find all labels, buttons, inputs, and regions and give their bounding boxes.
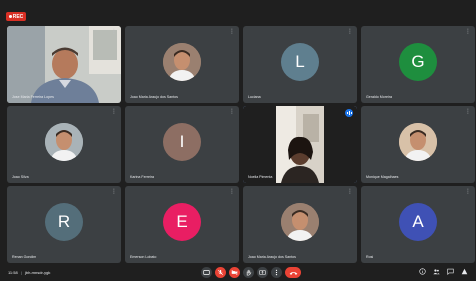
present-button[interactable] xyxy=(257,267,268,278)
avatar-photo xyxy=(399,122,437,161)
more-vertical-icon[interactable]: ⋮ xyxy=(229,109,235,115)
avatar xyxy=(163,42,201,81)
participant-name: Luciana xyxy=(248,95,261,99)
participant-tile[interactable]: Noelia Pimenta xyxy=(243,106,357,183)
avatar: R xyxy=(45,202,83,241)
participant-tile[interactable]: ⋮ Joao Maria Araujo dos Santos xyxy=(243,186,357,263)
participant-name: Joao Silva xyxy=(12,175,29,179)
people-icon xyxy=(433,269,440,275)
raise-hand-icon xyxy=(246,269,252,276)
microphone-button[interactable] xyxy=(215,267,226,278)
participant-name: Joao Maria Araujo dos Santos xyxy=(130,95,178,99)
speaking-indicator-icon xyxy=(345,109,353,117)
avatar xyxy=(399,122,437,161)
recording-badge: REC xyxy=(6,12,26,21)
participant-tile[interactable]: ⋮ Monique Magalhaes xyxy=(361,106,475,183)
meeting-info: 11:58 | jbh-mnsdr-ygk xyxy=(8,270,50,275)
participant-grid: ⋮ Jose Maria Ferreira Lopes ⋮ Joao Maria Ar… xyxy=(7,26,475,263)
call-controls xyxy=(201,267,301,278)
participant-name: Karina Ferreira xyxy=(130,175,154,179)
meeting-time: 11:58 xyxy=(8,270,18,275)
more-vertical-icon[interactable]: ⋮ xyxy=(347,29,353,35)
avatar-photo xyxy=(281,202,319,241)
recording-label: REC xyxy=(12,13,24,20)
meeting-separator: | xyxy=(20,270,22,275)
participant-tile[interactable]: I ⋮ Karina Ferreira xyxy=(125,106,239,183)
avatar: I xyxy=(163,122,201,161)
more-vertical-icon[interactable]: ⋮ xyxy=(465,109,471,115)
captions-button[interactable] xyxy=(201,267,212,278)
avatar: G xyxy=(399,42,437,81)
more-options-icon xyxy=(275,269,278,276)
avatar xyxy=(45,122,83,161)
more-vertical-icon[interactable]: ⋮ xyxy=(465,189,471,195)
people-button[interactable] xyxy=(433,268,440,275)
camera-button[interactable] xyxy=(229,267,240,278)
participant-tile[interactable]: ⋮ Joao Maria Araujo dos Santos xyxy=(125,26,239,103)
captions-icon xyxy=(203,270,210,275)
avatar: E xyxy=(163,202,201,241)
more-vertical-icon[interactable]: ⋮ xyxy=(111,109,117,115)
participant-tile[interactable]: L ⋮ Luciana xyxy=(243,26,357,103)
more-vertical-icon[interactable]: ⋮ xyxy=(229,189,235,195)
video-frame xyxy=(243,106,357,183)
participant-tile[interactable]: R ⋮ Renan Gondim xyxy=(7,186,121,263)
activities-icon xyxy=(461,268,468,275)
avatar: L xyxy=(281,42,319,81)
raise-hand-button[interactable] xyxy=(243,267,254,278)
info-icon xyxy=(419,268,426,275)
avatar-photo xyxy=(163,42,201,81)
participant-tile[interactable]: ⋮ Jose Maria Ferreira Lopes xyxy=(7,26,121,103)
chat-icon xyxy=(447,268,454,275)
record-dot-icon xyxy=(8,15,12,18)
participant-video xyxy=(7,26,121,103)
participant-name: Noelia Pimenta xyxy=(248,175,273,179)
avatar: A xyxy=(399,202,437,241)
participant-tile[interactable]: E ⋮ Emerson Lobato xyxy=(125,186,239,263)
video-frame xyxy=(7,26,121,103)
end-call-icon xyxy=(289,271,297,275)
more-vertical-icon[interactable]: ⋮ xyxy=(465,29,471,35)
participant-name: Jose Maria Ferreira Lopes xyxy=(12,95,54,99)
bottom-bar: 11:58 | jbh-mnsdr-ygk xyxy=(0,255,476,281)
participant-name: Geraldo Moreira xyxy=(366,95,392,99)
more-options-button[interactable] xyxy=(271,267,282,278)
more-vertical-icon[interactable]: ⋮ xyxy=(347,189,353,195)
info-button[interactable] xyxy=(419,268,426,275)
meeting-code[interactable]: jbh-mnsdr-ygk xyxy=(25,270,50,275)
participant-tile[interactable]: A ⋮ Rosi xyxy=(361,186,475,263)
more-vertical-icon[interactable]: ⋮ xyxy=(229,29,235,35)
more-vertical-icon[interactable]: ⋮ xyxy=(111,29,117,35)
participant-name: Monique Magalhaes xyxy=(366,175,399,179)
present-icon xyxy=(259,270,266,275)
activities-button[interactable] xyxy=(461,268,468,275)
avatar-photo xyxy=(45,122,83,161)
camera-off-icon xyxy=(231,269,238,276)
avatar xyxy=(281,202,319,241)
participant-video xyxy=(243,106,357,183)
side-panel-icons xyxy=(419,268,468,275)
more-vertical-icon[interactable]: ⋮ xyxy=(111,189,117,195)
participant-tile[interactable]: ⋮ Joao Silva xyxy=(7,106,121,183)
end-call-button[interactable] xyxy=(285,267,301,278)
mic-off-icon xyxy=(217,269,224,276)
chat-button[interactable] xyxy=(447,268,454,275)
participant-tile[interactable]: G ⋮ Geraldo Moreira xyxy=(361,26,475,103)
